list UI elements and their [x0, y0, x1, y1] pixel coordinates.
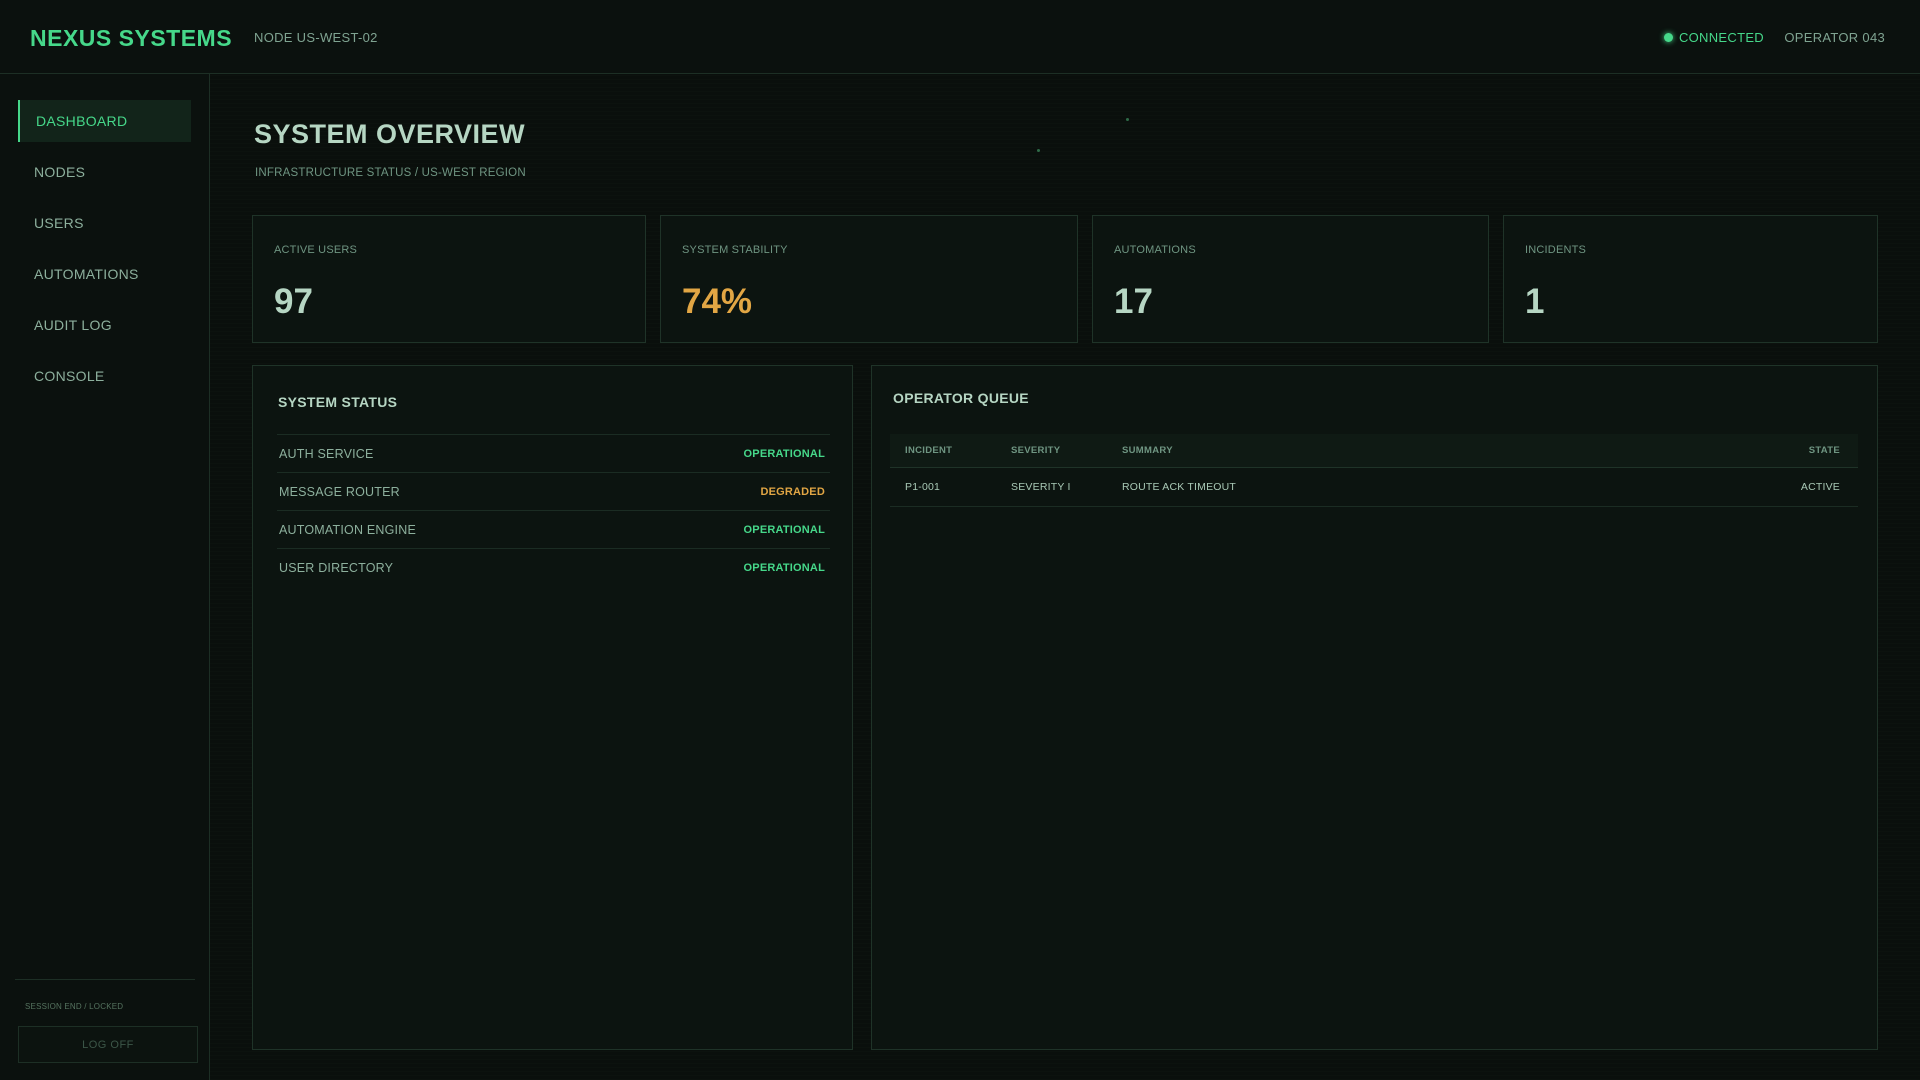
- incident-id: P1-001: [905, 481, 941, 493]
- service-name: AUTH SERVICE: [279, 446, 374, 461]
- operator-id[interactable]: OPERATOR 043: [1784, 30, 1885, 45]
- sidebar-item-label: USERS: [34, 215, 84, 231]
- status-row: USER DIRECTORY OPERATIONAL: [277, 548, 830, 586]
- sidebar: DASHBOARD NODES USERS AUTOMATIONS AUDIT …: [0, 74, 210, 1080]
- log-off-button[interactable]: LOG OFF: [18, 1026, 198, 1063]
- background-speck: [1126, 118, 1129, 121]
- system-status-panel: SYSTEM STATUS AUTH SERVICE OPERATIONAL M…: [252, 365, 853, 1050]
- table-row[interactable]: P1-001 SEVERITY I ROUTE ACK TIMEOUT ACTI…: [890, 468, 1858, 507]
- incident-severity: SEVERITY I: [1011, 481, 1071, 493]
- column-header-summary[interactable]: SUMMARY: [1122, 434, 1173, 467]
- stat-value: 74%: [682, 282, 753, 321]
- service-name: AUTOMATION ENGINE: [279, 522, 416, 537]
- connection-status: CONNECTED: [1663, 30, 1764, 45]
- brand-logo[interactable]: NEXUS SYSTEMS: [30, 25, 232, 52]
- sidebar-item-dashboard[interactable]: DASHBOARD: [18, 100, 191, 142]
- service-name: MESSAGE ROUTER: [279, 484, 400, 499]
- sidebar-item-label: CONSOLE: [34, 368, 105, 384]
- stat-value: 17: [1114, 282, 1153, 321]
- column-header-incident[interactable]: INCIDENT: [905, 434, 952, 467]
- stat-label: INCIDENTS: [1525, 244, 1587, 256]
- service-status: DEGRADED: [760, 485, 825, 498]
- column-header-severity[interactable]: SEVERITY: [1011, 434, 1060, 467]
- sidebar-item-automations[interactable]: AUTOMATIONS: [18, 253, 191, 295]
- service-status: OPERATIONAL: [743, 561, 825, 574]
- stat-card-incidents: INCIDENTS 1: [1503, 215, 1878, 343]
- page-title: SYSTEM OVERVIEW: [254, 119, 526, 149]
- status-row: AUTOMATION ENGINE OPERATIONAL: [277, 510, 830, 548]
- sidebar-divider: [15, 979, 195, 980]
- sidebar-item-audit-log[interactable]: AUDIT LOG: [18, 304, 191, 346]
- sidebar-item-users[interactable]: USERS: [18, 202, 191, 244]
- stat-value: 1: [1525, 282, 1545, 321]
- sidebar-item-label: DASHBOARD: [36, 113, 128, 129]
- stat-label: SYSTEM STABILITY: [682, 244, 788, 256]
- connection-status-label: CONNECTED: [1678, 30, 1764, 45]
- sidebar-item-label: AUDIT LOG: [34, 317, 112, 333]
- stat-label: AUTOMATIONS: [1114, 244, 1196, 256]
- stat-label: ACTIVE USERS: [274, 244, 358, 256]
- operator-queue-panel: OPERATOR QUEUE INCIDENT SEVERITY SUMMARY…: [871, 365, 1878, 1050]
- sidebar-item-label: NODES: [34, 164, 86, 180]
- column-header-state[interactable]: STATE: [1809, 434, 1840, 467]
- stat-card-automations: AUTOMATIONS 17: [1092, 215, 1489, 343]
- service-status: OPERATIONAL: [743, 447, 825, 460]
- stat-card-system-stability: SYSTEM STABILITY 74%: [660, 215, 1078, 343]
- incident-summary: ROUTE ACK TIMEOUT: [1122, 481, 1237, 493]
- session-status: SESSION END / LOCKED: [25, 1002, 124, 1011]
- panel-title: OPERATOR QUEUE: [893, 390, 1029, 406]
- service-status: OPERATIONAL: [743, 523, 825, 536]
- service-name: USER DIRECTORY: [279, 560, 394, 575]
- queue-table-header: INCIDENT SEVERITY SUMMARY STATE: [890, 434, 1858, 468]
- stat-card-active-users: ACTIVE USERS 97: [252, 215, 646, 343]
- top-bar: NEXUS SYSTEMS NODE US-WEST-02 CONNECTED …: [0, 0, 1920, 74]
- page-subtitle: INFRASTRUCTURE STATUS / US-WEST REGION: [255, 167, 526, 179]
- status-row: MESSAGE ROUTER DEGRADED: [277, 472, 830, 510]
- status-dot-icon: [1663, 33, 1673, 42]
- sidebar-item-nodes[interactable]: NODES: [18, 151, 191, 193]
- sidebar-item-label: AUTOMATIONS: [34, 266, 139, 282]
- status-row: AUTH SERVICE OPERATIONAL: [277, 434, 830, 472]
- incident-state: ACTIVE: [1800, 481, 1840, 493]
- sidebar-item-console[interactable]: CONSOLE: [18, 355, 191, 397]
- stat-value: 97: [274, 282, 313, 321]
- node-label: NODE US-WEST-02: [254, 30, 378, 45]
- background-speck: [1037, 149, 1040, 152]
- panel-title: SYSTEM STATUS: [278, 394, 398, 410]
